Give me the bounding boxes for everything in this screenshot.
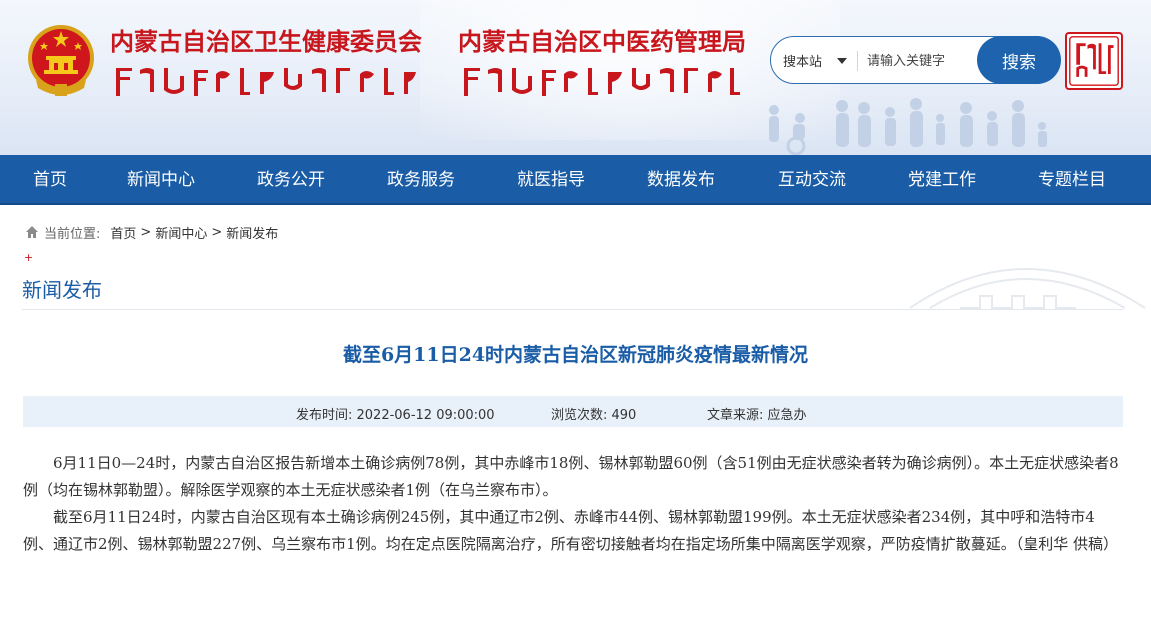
nav-item-special-topics[interactable]: 专题栏目 [1038,155,1106,205]
search-bar: 搜本站 搜索 [770,36,1061,84]
article-publish-time: 发布时间: 2022-06-12 09:00:00 [296,408,495,423]
search-input[interactable] [867,48,977,74]
search-divider [857,51,858,71]
breadcrumb-item-news-release[interactable]: 新闻发布 [226,223,278,242]
org-title-health-commission: 内蒙古自治区卫生健康委员会 [110,28,422,56]
home-icon [26,226,38,238]
people-silhouette-decoration [769,98,1047,155]
mongolian-script-logo-1 [116,68,416,96]
decorative-pattern [909,268,1146,309]
article-paragraph: 截至6月11日24时，内蒙古自治区现有本土确诊病例245例，其中通辽市2例、赤峰… [23,508,1118,553]
article-paragraph: 6月11日0—24时，内蒙古自治区报告新增本土确诊病例78例，其中赤峰市18例、… [23,454,1119,499]
nav-item-interaction[interactable]: 互动交流 [778,155,846,205]
article-title: 截至6月11日24时内蒙古自治区新冠肺炎疫情最新情况 [342,344,809,366]
nav-item-party-building[interactable]: 党建工作 [908,155,976,205]
national-emblem-icon [28,25,94,96]
breadcrumb-separator: > [140,224,152,240]
plus-icon: + [24,251,34,264]
breadcrumb: 当前位置: 首页 > 新闻中心 > 新闻发布 [24,222,282,242]
chevron-down-icon[interactable] [837,58,847,64]
nav-item-government-affairs[interactable]: 政务公开 [257,155,325,205]
org-title-tcm-bureau: 内蒙古自治区中医药管理局 [458,28,746,56]
breadcrumb-separator: > [211,224,223,240]
search-button[interactable]: 搜索 [977,36,1061,84]
nav-item-news-center[interactable]: 新闻中心 [127,155,195,205]
article-meta-bar: 发布时间: 2022-06-12 09:00:00 浏览次数: 490 文章来源… [23,396,1123,427]
article-source: 文章来源: 应急办 [707,408,807,423]
breadcrumb-item-news-center[interactable]: 新闻中心 [155,223,207,242]
breadcrumb-item-home[interactable]: 首页 [110,223,136,242]
article-body: 6月11日0—24时，内蒙古自治区报告新增本土确诊病例78例，其中赤峰市18例、… [23,450,1123,558]
nav-item-medical-guidance[interactable]: 就医指导 [517,155,585,205]
main-nav: 首页 新闻中心 政务公开 政务服务 就医指导 数据发布 互动交流 党建工作 专题… [0,155,1151,205]
mongolian-seal-logo-icon[interactable] [1065,32,1123,90]
section-title: 新闻发布 [22,278,102,302]
nav-item-data-release[interactable]: 数据发布 [647,155,715,205]
breadcrumb-label: 当前位置: [44,226,101,242]
section-divider [22,309,1123,310]
search-scope-select[interactable]: 搜本站 [783,51,822,70]
nav-item-home[interactable]: 首页 [33,155,67,205]
article-view-count: 浏览次数: 490 [551,408,637,423]
mongolian-script-logo-2 [464,68,740,96]
site-header: 内蒙古自治区卫生健康委员会 内蒙古自治区中医药管理局 搜本站 请输入关键字 搜索 [0,0,1151,155]
nav-item-government-services[interactable]: 政务服务 [387,155,455,205]
